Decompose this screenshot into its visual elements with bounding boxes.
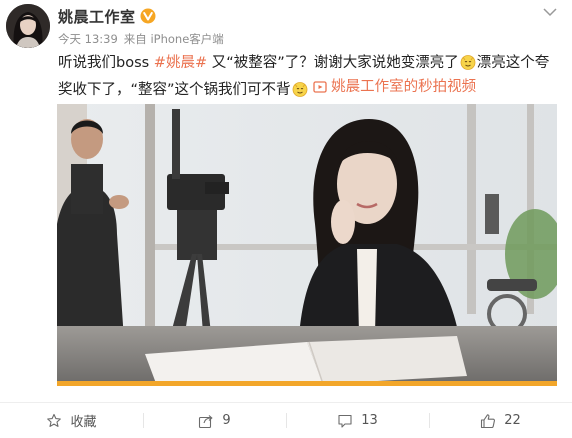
video-progress-fill (57, 381, 557, 386)
post-text-part2: 又“被整容”了？谢谢大家说她变漂亮了 (207, 55, 459, 71)
weibo-post: 姚晨工作室 今天 13:39 来自 iPhone客户端 听说我们boss #姚晨… (0, 0, 572, 438)
post-time[interactable]: 今天 13:39 (58, 31, 118, 47)
video-link-label: 姚晨工作室的秒拍视频 (331, 79, 477, 95)
smile-emoji-icon (292, 82, 307, 97)
comment-icon (338, 414, 352, 428)
comment-button[interactable]: 13 (286, 403, 429, 438)
post-meta: 今天 13:39 来自 iPhone客户端 (58, 31, 224, 47)
video-icon (313, 81, 327, 93)
thumbs-up-icon (481, 413, 496, 428)
post-source: 来自 iPhone客户端 (123, 32, 224, 46)
video-progress-bar[interactable] (57, 381, 557, 386)
share-button[interactable]: 9 (143, 403, 286, 438)
comment-count: 13 (361, 413, 378, 428)
chevron-down-icon[interactable] (542, 6, 558, 18)
post-text-part1: 听说我们boss (58, 55, 154, 71)
smile-emoji-icon (460, 55, 476, 70)
share-icon (199, 414, 213, 428)
verified-icon (140, 8, 156, 24)
favorite-button[interactable]: 收藏 (0, 403, 143, 438)
hashtag-link[interactable]: #姚晨# (154, 55, 207, 71)
share-count: 9 (222, 413, 231, 428)
like-count: 22 (504, 413, 521, 428)
like-button[interactable]: 22 (429, 403, 572, 438)
favorite-label: 收藏 (70, 415, 97, 430)
action-bar: 收藏 9 13 22 (0, 403, 572, 438)
author-name[interactable]: 姚晨工作室 (58, 6, 136, 27)
video-link[interactable]: 姚晨工作室的秒拍视频 (313, 75, 476, 99)
avatar[interactable] (6, 4, 50, 48)
video-frame-image (57, 104, 557, 386)
author-row: 姚晨工作室 (58, 6, 156, 26)
star-icon (47, 413, 62, 427)
video-player[interactable] (57, 104, 557, 386)
post-text: 听说我们boss #姚晨# 又“被整容”了？谢谢大家说她变漂亮了 漂亮这个夸奖收… (58, 51, 558, 102)
